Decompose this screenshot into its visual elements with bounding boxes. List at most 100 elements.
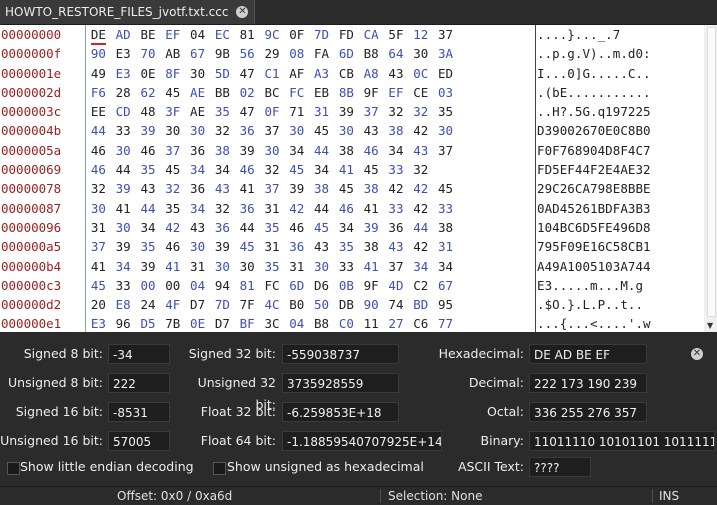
hex-byte[interactable]: FD — [334, 25, 359, 44]
hex-byte[interactable]: 45 — [86, 276, 111, 295]
hex-byte[interactable]: 42 — [408, 199, 433, 218]
hex-row[interactable]: 20 E8 24 4F D7 7D 7F 4C B0 50 DB 90 74 BD 95 — [86, 295, 534, 314]
hex-byte[interactable]: 39 — [334, 102, 359, 121]
hex-byte[interactable]: 8B — [334, 83, 359, 102]
unsigned32-field[interactable]: 3735928559 — [282, 373, 399, 393]
hex-byte[interactable]: AD — [111, 25, 136, 44]
hex-byte[interactable]: 36 — [235, 121, 260, 140]
hex-byte[interactable]: 33 — [111, 276, 136, 295]
vertical-scrollbar[interactable]: ▼ — [704, 25, 717, 332]
hex-byte[interactable]: 11 — [359, 314, 384, 332]
little-endian-checkbox[interactable] — [7, 462, 20, 475]
hex-byte[interactable]: 35 — [160, 199, 185, 218]
hex-row[interactable]: 49 E3 0E 8F 30 5D 47 C1 AF A3 CB A8 43 0C ED — [86, 64, 534, 83]
hex-byte[interactable]: 41 — [235, 179, 260, 198]
signed32-field[interactable]: -559038737 — [282, 344, 399, 364]
hex-byte[interactable]: C1 — [260, 64, 285, 83]
hex-byte[interactable]: 08 — [284, 44, 309, 63]
ascii-row[interactable]: .$O.}.L.P..t.. — [537, 295, 703, 314]
hex-byte[interactable]: 45 — [359, 160, 384, 179]
hex-byte[interactable]: 46 — [334, 199, 359, 218]
hex-byte[interactable]: AF — [284, 64, 309, 83]
hex-byte[interactable]: 39 — [111, 237, 136, 256]
hex-byte[interactable]: 7B — [160, 314, 185, 332]
ascii-row[interactable]: A49A1005103A744 — [537, 257, 703, 276]
hex-byte[interactable]: C6 — [408, 314, 433, 332]
hex-row[interactable]: 44 33 39 30 30 32 36 37 30 45 30 43 38 42 30 — [86, 121, 534, 140]
hex-byte[interactable]: 31 — [309, 102, 334, 121]
hex-column[interactable]: DE AD BE EF 04 EC 81 9C 0F 7D FD CA 5F 12 37 90 E3 70 AB 67… — [86, 25, 534, 332]
hex-byte[interactable]: 30 — [235, 257, 260, 276]
hex-byte[interactable]: 5F — [384, 25, 409, 44]
hex-byte[interactable]: 41 — [359, 199, 384, 218]
close-tab-icon[interactable]: ✕ — [236, 6, 249, 18]
hex-byte[interactable]: EF — [384, 83, 409, 102]
hex-byte[interactable]: 32 — [384, 102, 409, 121]
hex-byte[interactable]: 31 — [185, 257, 210, 276]
hex-byte[interactable]: 43 — [359, 121, 384, 140]
hex-byte[interactable]: 44 — [86, 121, 111, 140]
hex-byte[interactable]: 6D — [284, 276, 309, 295]
hex-byte[interactable]: E3 — [111, 64, 136, 83]
hex-row[interactable]: E3 96 D5 7B 0E D7 BF 3C 04 B8 C0 11 27 C6 77 — [86, 314, 534, 332]
hex-byte[interactable]: BB — [210, 83, 235, 102]
hex-byte[interactable]: 36 — [384, 218, 409, 237]
hex-byte[interactable]: 0E — [136, 64, 161, 83]
ascii-row[interactable]: 29C26CA798E8BBE — [537, 179, 703, 198]
hex-byte[interactable]: D5 — [136, 314, 161, 332]
hex-byte[interactable]: 35 — [260, 218, 285, 237]
hex-byte[interactable]: 36 — [210, 218, 235, 237]
hex-byte[interactable]: 34 — [284, 141, 309, 160]
hex-byte[interactable]: 0B — [334, 276, 359, 295]
hex-byte[interactable]: 43 — [384, 64, 409, 83]
hex-byte[interactable]: 37 — [160, 141, 185, 160]
hex-byte[interactable]: B8 — [309, 314, 334, 332]
hex-byte[interactable]: 4F — [160, 295, 185, 314]
signed8-field[interactable]: -34 — [108, 344, 170, 364]
ascii-row[interactable]: FD5EF44F2E4AE32 — [537, 160, 703, 179]
hex-byte[interactable]: A8 — [359, 64, 384, 83]
hex-byte[interactable]: 46 — [86, 160, 111, 179]
hex-byte[interactable]: 46 — [160, 237, 185, 256]
hex-byte[interactable]: 39 — [136, 121, 161, 140]
hex-byte[interactable]: 38 — [210, 141, 235, 160]
hex-viewer[interactable]: 00000000 0000000f 0000001e 0000002d 0000003c… — [0, 25, 717, 332]
hex-byte[interactable]: 37 — [260, 121, 285, 140]
hex-byte[interactable]: 36 — [235, 199, 260, 218]
hex-byte[interactable]: B8 — [359, 44, 384, 63]
hex-byte[interactable]: 41 — [111, 199, 136, 218]
hex-row[interactable]: 37 39 35 46 30 39 45 31 36 43 35 38 43 42 31 — [86, 237, 534, 256]
float32-field[interactable]: -6.259853E+18 — [282, 402, 399, 422]
hex-byte[interactable]: CD — [111, 102, 136, 121]
hex-byte[interactable]: 03 — [433, 83, 458, 102]
hex-byte[interactable]: 38 — [384, 121, 409, 140]
decimal-field[interactable]: 222 173 190 239 — [529, 373, 647, 393]
ascii-row[interactable]: 795F09E16C58CB1 — [537, 237, 703, 256]
hex-byte[interactable]: C2 — [408, 276, 433, 295]
hex-byte[interactable]: 9B — [210, 44, 235, 63]
hex-byte[interactable]: 42 — [408, 179, 433, 198]
hex-byte[interactable]: F6 — [86, 83, 111, 102]
hex-byte[interactable]: 8F — [160, 64, 185, 83]
hex-byte[interactable]: 71 — [284, 102, 309, 121]
hex-byte[interactable]: EB — [309, 83, 334, 102]
hex-byte[interactable]: 34 — [210, 160, 235, 179]
hex-byte[interactable]: 45 — [334, 179, 359, 198]
ascii-row[interactable]: ...{...<....'.w — [537, 314, 703, 332]
hex-byte[interactable]: 33 — [334, 257, 359, 276]
hex-byte[interactable]: 30 — [185, 64, 210, 83]
ascii-row[interactable]: ..H?.5G.q197225 — [537, 102, 703, 121]
hex-byte[interactable]: 34 — [408, 257, 433, 276]
ascii-row[interactable]: ....}..._.7 — [537, 25, 703, 44]
hex-byte[interactable]: 12 — [408, 25, 433, 44]
ascii-row[interactable]: 104BC6D5FE496D8 — [537, 218, 703, 237]
hex-byte[interactable]: 62 — [136, 83, 161, 102]
hex-byte[interactable]: 27 — [384, 314, 409, 332]
hex-byte[interactable]: 33 — [384, 199, 409, 218]
hex-byte[interactable]: 74 — [384, 295, 409, 314]
hex-byte[interactable]: 00 — [136, 276, 161, 295]
file-tab[interactable]: HOWTO_RESTORE_FILES_jvotf.txt.ccc ✕ — [0, 0, 256, 24]
hex-byte[interactable]: D6 — [309, 276, 334, 295]
hex-byte[interactable]: EF — [160, 25, 185, 44]
hex-byte[interactable]: CA — [359, 25, 384, 44]
